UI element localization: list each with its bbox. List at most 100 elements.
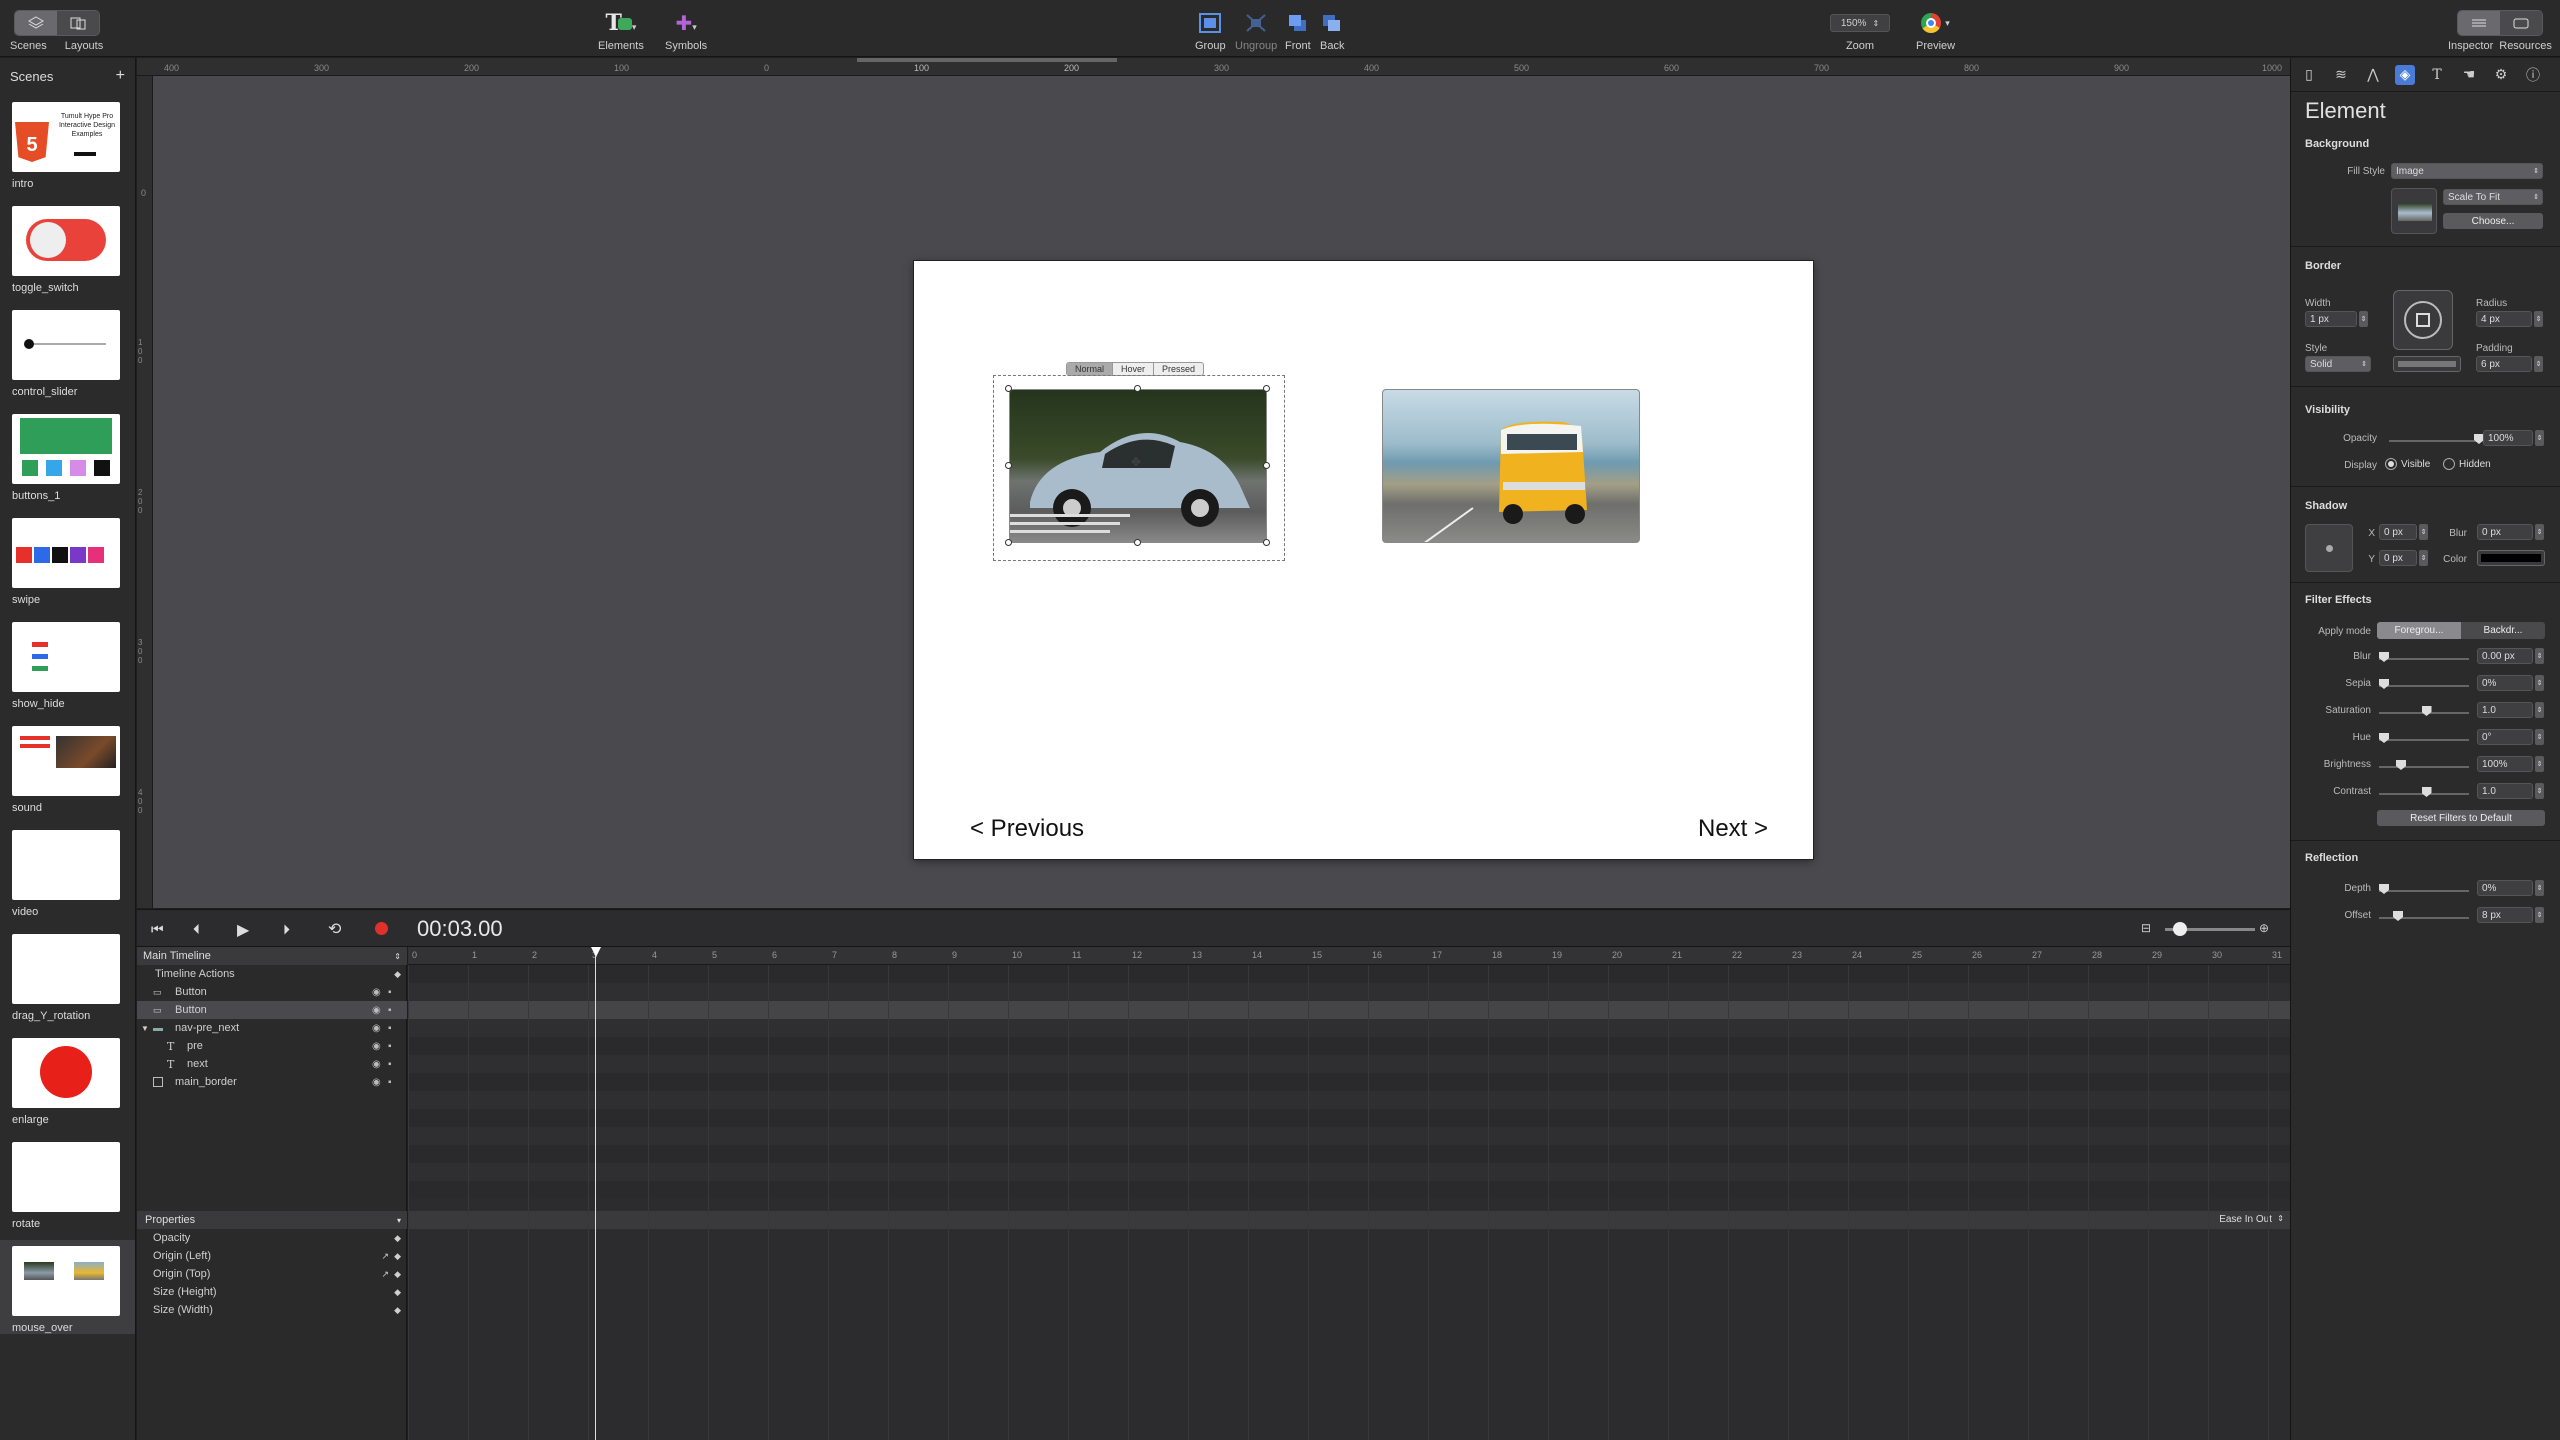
scene-item-rotate[interactable]: rotate (12, 1142, 120, 1230)
property-row[interactable]: Origin (Left) ↗ ◆ (137, 1247, 407, 1265)
curve-icon[interactable]: ↗ (381, 1251, 389, 1262)
display-visible-radio[interactable]: Visible (2385, 458, 2430, 470)
resize-handle[interactable] (1005, 385, 1012, 392)
image-scale-select[interactable]: Scale To Fit ⇕ (2443, 189, 2543, 205)
resize-handle[interactable] (1134, 539, 1141, 546)
lock-icon[interactable]: ▪ (388, 1023, 392, 1034)
layer-row[interactable]: main_border ◉ ▪ (137, 1073, 407, 1091)
slider-knob[interactable] (2379, 733, 2389, 743)
backdrop-tab[interactable]: Backdr... (2461, 622, 2545, 639)
stepper-icon[interactable]: ⇕ (2535, 675, 2544, 691)
stepper-icon[interactable]: ⇕ (2535, 880, 2544, 896)
elements-button[interactable]: T ▾ Elements (598, 0, 644, 52)
actions-hand-icon[interactable]: ☚ (2459, 65, 2479, 85)
scene-item-drag-y-rotation[interactable]: drag_Y_rotation (12, 934, 120, 1022)
physics-gear-icon[interactable]: ⚙ (2491, 65, 2511, 85)
offset-field[interactable]: 8 px (2477, 907, 2533, 923)
radius-field[interactable]: 4 px (2476, 311, 2532, 327)
text-icon[interactable]: T (2427, 65, 2447, 85)
filter-value-field[interactable]: 1.0 (2477, 702, 2533, 718)
filter-slider[interactable] (2379, 733, 2469, 743)
filter-value-field[interactable]: 0% (2477, 675, 2533, 691)
step-back-icon[interactable]: ⏴ (193, 921, 200, 938)
stepper-icon[interactable]: ⇕ (2419, 524, 2428, 540)
inspector-resources-toggle[interactable]: Inspector Resources (2448, 0, 2552, 52)
layer-row[interactable]: T pre ◉ ▪ (137, 1037, 407, 1055)
scene-item-show-hide[interactable]: show_hide (12, 622, 120, 710)
eye-icon[interactable]: ◉ (372, 987, 381, 998)
resources-icon[interactable] (2499, 11, 2542, 35)
horizontal-ruler[interactable]: 400 300 200 100 0 100 200 300 400 500 60… (137, 58, 2290, 76)
scene-stage[interactable]: Normal Hover Pressed ✥ < Previous Next > (914, 261, 1813, 859)
opacity-field[interactable]: 100% (2483, 430, 2533, 446)
slider-knob[interactable] (2421, 787, 2432, 797)
play-icon[interactable]: ▶ (237, 920, 249, 940)
group-button[interactable]: Group (1195, 0, 1226, 52)
lock-icon[interactable]: ▪ (388, 1077, 392, 1088)
scene-item-buttons-1[interactable]: buttons_1 (12, 414, 120, 502)
timeline-time[interactable]: 00:03.00 (417, 916, 503, 942)
slider-knob[interactable] (2379, 679, 2389, 689)
border-side-selector[interactable] (2393, 290, 2453, 350)
scene-item-swipe[interactable]: swipe (12, 518, 120, 606)
go-to-start-icon[interactable]: ⏮ (151, 921, 164, 938)
opacity-slider[interactable] (2389, 434, 2484, 444)
shadow-x-field[interactable]: 0 px (2379, 524, 2417, 540)
previous-link[interactable]: < Previous (970, 815, 1084, 843)
resize-handle[interactable] (1263, 385, 1270, 392)
disclosure-triangle-icon[interactable]: ▼ (141, 1024, 149, 1033)
eye-icon[interactable]: ◉ (372, 1041, 381, 1052)
slider-knob[interactable] (2396, 760, 2406, 770)
property-row[interactable]: Opacity ◆ (137, 1229, 407, 1247)
border-width-field[interactable]: 1 px (2305, 311, 2357, 327)
slider-knob[interactable] (2379, 884, 2389, 894)
resize-handle[interactable] (1005, 539, 1012, 546)
filter-slider[interactable] (2379, 679, 2469, 689)
border-color-well[interactable] (2393, 356, 2461, 372)
shadow-y-field[interactable]: 0 px (2379, 550, 2417, 566)
keyframe-diamond-icon[interactable]: ◆ (394, 1305, 401, 1316)
stepper-icon[interactable]: ⇕ (2419, 550, 2428, 566)
lock-icon[interactable]: ▪ (388, 1059, 392, 1070)
filter-slider[interactable] (2379, 652, 2469, 662)
eye-icon[interactable]: ◉ (372, 1023, 381, 1034)
layer-row-selected[interactable]: ▭ Button ◉ ▪ (137, 1001, 407, 1019)
stepper-icon[interactable]: ⇕ (2534, 311, 2543, 327)
document-icon[interactable]: ▯ (2299, 65, 2319, 85)
vertical-ruler[interactable]: 0 100 200 300 400 (137, 76, 153, 908)
resize-handle[interactable] (1263, 539, 1270, 546)
zoom-in-icon[interactable]: ⊕ (2259, 921, 2269, 935)
keyframe-diamond-icon[interactable]: ◆ (394, 1251, 401, 1262)
inspector-icon[interactable] (2457, 11, 2500, 35)
next-link[interactable]: Next > (1698, 815, 1768, 843)
tab-pressed[interactable]: Pressed (1153, 363, 1203, 375)
eye-icon[interactable]: ◉ (372, 1059, 381, 1070)
curve-icon[interactable]: ↗ (381, 1269, 389, 1280)
scenes-layouts-toggle[interactable]: Scenes Layouts (10, 0, 103, 52)
lock-icon[interactable]: ▪ (388, 1041, 392, 1052)
record-icon[interactable] (375, 922, 388, 935)
filter-value-field[interactable]: 100% (2477, 756, 2533, 772)
timeline-actions-row[interactable]: Timeline Actions ◆ (137, 965, 407, 983)
move-handle-icon[interactable]: ✥ (1128, 455, 1144, 471)
fill-style-select[interactable]: Image ⇕ (2391, 163, 2543, 179)
property-row[interactable]: Origin (Top) ↗ ◆ (137, 1265, 407, 1283)
scene-item-sound[interactable]: sound (12, 726, 120, 814)
timeline-ruler[interactable]: 0123456789101112131415161718192021222324… (408, 947, 2290, 965)
keyframe-diamond-icon[interactable]: ◆ (394, 1269, 401, 1280)
border-style-select[interactable]: Solid ⇕ (2305, 356, 2371, 372)
slider-knob[interactable] (2393, 911, 2403, 921)
keyframe-diamond-icon[interactable]: ◆ (394, 1287, 401, 1298)
stepper-icon[interactable]: ⇕ (2534, 356, 2543, 372)
stepper-icon[interactable]: ⇕ (2535, 524, 2544, 540)
resize-handle[interactable] (1263, 462, 1270, 469)
element-icon[interactable]: ◈ (2395, 64, 2415, 85)
layer-row[interactable]: ▼ ▬ nav-pre_next ◉ ▪ (137, 1019, 407, 1037)
back-button[interactable]: Back (1320, 0, 1344, 52)
resize-handle[interactable] (1134, 385, 1141, 392)
zoom-control[interactable]: 150% ⇕ Zoom (1830, 0, 1890, 52)
shadow-color-well[interactable] (2477, 550, 2545, 566)
scene-item-video[interactable]: video (12, 830, 120, 918)
tab-hover[interactable]: Hover (1112, 363, 1153, 375)
canvas-workspace[interactable]: Normal Hover Pressed ✥ < Previous Next > (153, 76, 2290, 908)
